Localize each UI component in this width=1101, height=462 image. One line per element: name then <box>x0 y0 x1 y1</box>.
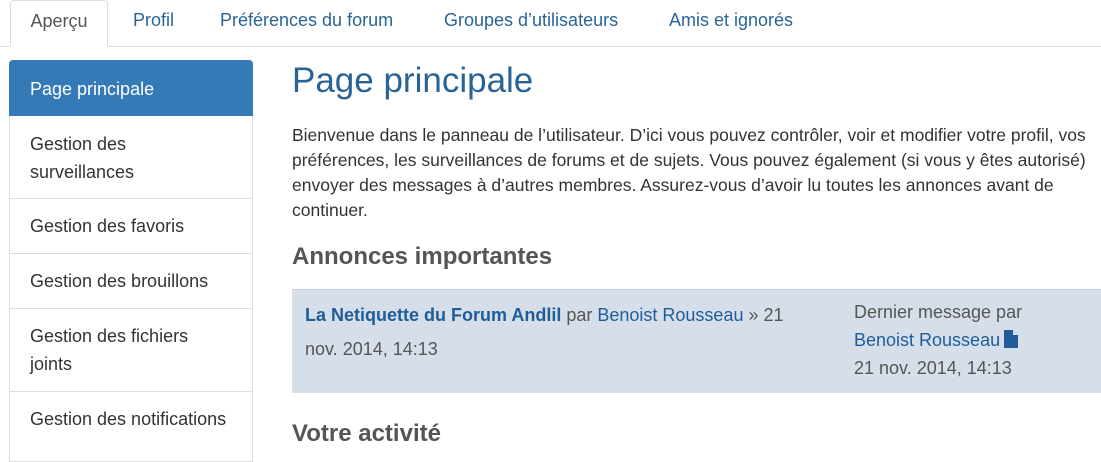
announcement-topic: La Netiquette du Forum Andlil par Benois… <box>305 298 815 366</box>
announcement-topic-link[interactable]: La Netiquette du Forum Andlil <box>305 305 561 325</box>
tab-apercu[interactable]: Aperçu <box>10 0 108 47</box>
document-icon[interactable] <box>1004 330 1019 348</box>
sidebar-item-surveillances[interactable]: Gestion des surveillances <box>9 116 253 199</box>
last-post-date: 21 nov. 2014, 14:13 <box>854 358 1012 378</box>
sidebar-item-favoris[interactable]: Gestion des favoris <box>9 199 253 254</box>
activity-heading: Votre activité <box>292 420 441 447</box>
announcement-row: La Netiquette du Forum Andlil par Benois… <box>292 289 1101 393</box>
sidebar-item-brouillons[interactable]: Gestion des brouillons <box>9 254 253 309</box>
page-title: Page principale <box>292 61 534 100</box>
sidebar-item-notifications[interactable]: Gestion des notifications <box>9 392 253 462</box>
tab-preferences-forum[interactable]: Préférences du forum <box>220 0 393 46</box>
tab-groupes-utilisateurs[interactable]: Groupes d’utilisateurs <box>444 0 618 46</box>
tab-profil[interactable]: Profil <box>133 0 174 46</box>
announcement-author-link[interactable]: Benoist Rousseau <box>597 305 743 325</box>
announcements-heading: Annonces importantes <box>292 243 553 270</box>
sidebar-item-page-principale[interactable]: Page principale <box>9 60 253 116</box>
main-panel: Page principale Bienvenue dans le pannea… <box>292 60 1101 447</box>
intro-text: Bienvenue dans le panneau de l’utilisate… <box>292 125 1086 220</box>
tab-amis-ignores[interactable]: Amis et ignorés <box>669 0 793 46</box>
sidebar-nav: Page principale Gestion des surveillance… <box>9 60 253 462</box>
announcement-date-prefix: » <box>748 305 759 325</box>
last-post-label: Dernier message par <box>854 302 1023 322</box>
sidebar-item-fichiers-joints[interactable]: Gestion des fichiers joints <box>9 309 253 392</box>
announcement-last-post: Dernier message par Benoist Rousseau 21 … <box>854 298 1094 382</box>
last-post-author-link[interactable]: Benoist Rousseau <box>854 330 1000 350</box>
announcement-by-text: par <box>566 305 593 325</box>
ucp-tabs: Aperçu Profil Préférences du forum Group… <box>0 0 1101 47</box>
